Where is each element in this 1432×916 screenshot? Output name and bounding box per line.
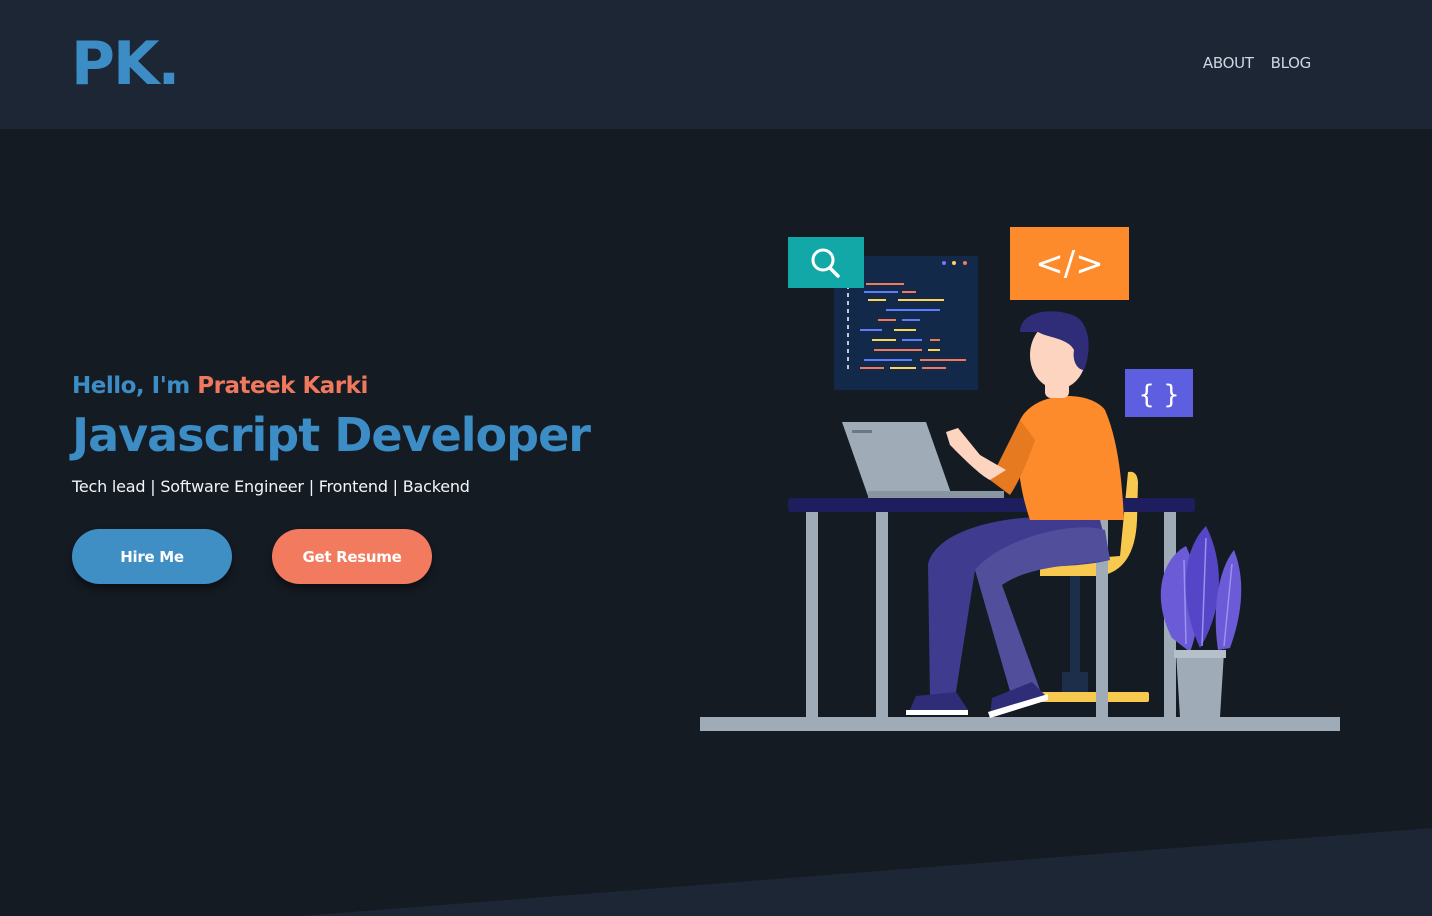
code-tag-icon: </> <box>1010 227 1129 300</box>
hero-actions: Hire Me Get Resume <box>72 529 432 584</box>
hero-role: Javascript Developer <box>72 408 591 462</box>
hero-greeting: Hello, I'm Prateek Karki <box>72 373 590 399</box>
nav-link-blog[interactable]: BLOG <box>1271 54 1312 72</box>
greeting-text: Hello, I'm <box>72 373 190 399</box>
search-icon <box>788 237 864 288</box>
site-logo[interactable]: PK. <box>71 28 180 100</box>
hero-name: Prateek Karki <box>197 373 368 399</box>
developer-illustration: </> { } <box>700 227 1340 731</box>
hire-me-button[interactable]: Hire Me <box>72 529 232 584</box>
curly-braces-icon: { } <box>1125 369 1193 417</box>
site-header: PK. ABOUT BLOG <box>0 0 1432 129</box>
get-resume-button[interactable]: Get Resume <box>272 529 432 584</box>
hero-tagline: Tech lead | Software Engineer | Frontend… <box>72 477 470 496</box>
hero-section: Hello, I'm Prateek Karki Javascript Deve… <box>72 373 591 496</box>
bottom-divider <box>300 828 1432 916</box>
braces-text: { } <box>1138 380 1179 410</box>
floor <box>700 717 1340 731</box>
nav-link-about[interactable]: ABOUT <box>1203 54 1254 72</box>
code-tag-text: </> <box>1035 244 1103 284</box>
main-nav: ABOUT BLOG <box>1203 54 1311 72</box>
